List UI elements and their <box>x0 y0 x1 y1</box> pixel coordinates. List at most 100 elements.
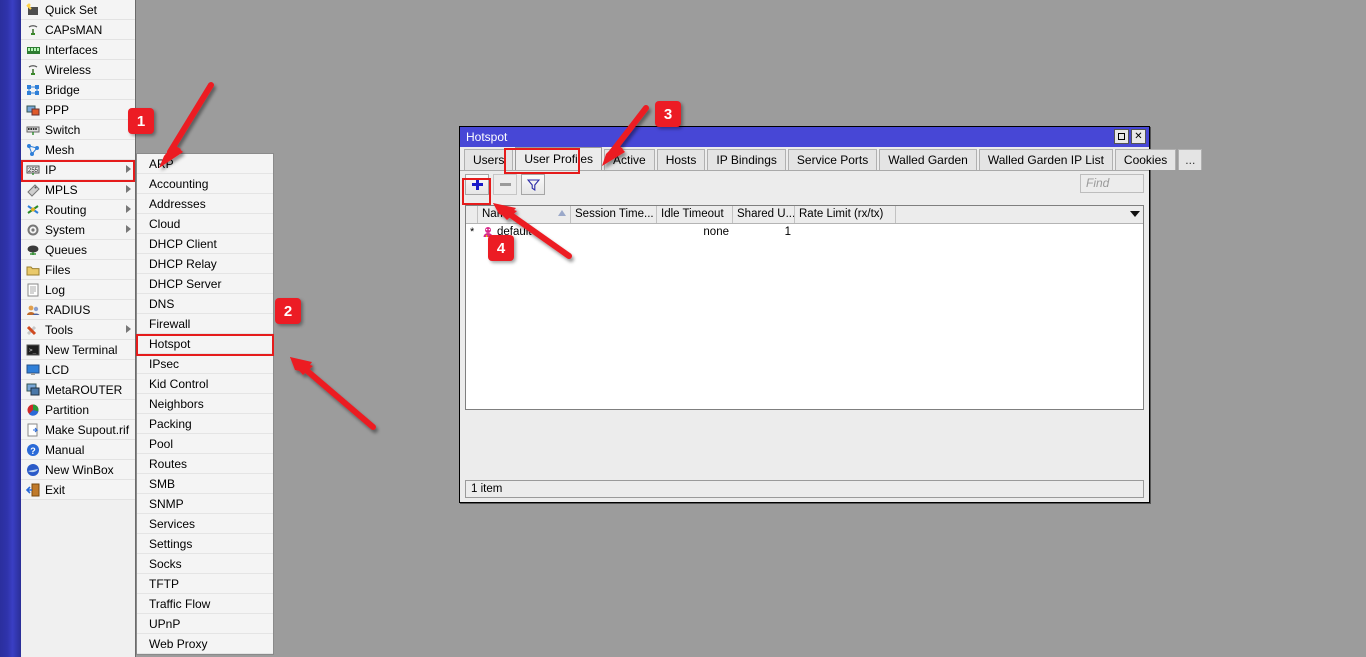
user-profiles-table: Name Session Time... Idle Timeout Shared U.… <box>465 205 1144 410</box>
window-title: Hotspot <box>466 130 508 144</box>
ppp-icon <box>25 103 41 117</box>
tab-users[interactable]: Users <box>464 149 514 170</box>
sidebar-item-interfaces[interactable]: Interfaces <box>21 40 135 60</box>
maximize-button[interactable] <box>1114 129 1129 144</box>
sidebar-item-quick-set[interactable]: Quick Set <box>21 0 135 20</box>
sidebar-item-ppp[interactable]: PPP <box>21 100 135 120</box>
routing-icon <box>25 203 41 217</box>
sidebar-item-files[interactable]: Files <box>21 260 135 280</box>
column-header-label: Shared U... <box>737 208 795 220</box>
submenu-item-packing[interactable]: Packing <box>137 414 273 434</box>
add-button[interactable] <box>465 173 489 195</box>
svg-text:>_: >_ <box>29 347 37 354</box>
sidebar-item-label: Switch <box>45 122 81 137</box>
tab-service-ports[interactable]: Service Ports <box>787 149 878 170</box>
submenu-item-firewall[interactable]: Firewall <box>137 314 273 334</box>
chevron-right-icon <box>126 185 131 193</box>
sidebar-item-label: Routing <box>45 202 87 217</box>
submenu-item-addresses[interactable]: Addresses <box>137 194 273 214</box>
submenu-item-web-proxy[interactable]: Web Proxy <box>137 634 273 654</box>
annotation-badge-3: 3 <box>655 101 681 127</box>
sidebar-item-make-supout-rif[interactable]: Make Supout.rif <box>21 420 135 440</box>
files-icon <box>25 263 41 277</box>
submenu-item-smb[interactable]: SMB <box>137 474 273 494</box>
column-chooser-button[interactable] <box>1127 206 1143 222</box>
tab-[interactable]: ... <box>1178 149 1203 170</box>
tab-ip-bindings[interactable]: IP Bindings <box>707 149 786 170</box>
sidebar-item-lcd[interactable]: LCD <box>21 360 135 380</box>
sidebar-item-new-winbox[interactable]: New WinBox <box>21 460 135 480</box>
column-header-rate-limit-rx-tx[interactable]: Rate Limit (rx/tx) <box>795 206 896 223</box>
column-header-idle-timeout[interactable]: Idle Timeout <box>657 206 733 223</box>
sidebar-item-log[interactable]: Log <box>21 280 135 300</box>
sidebar-item-bridge[interactable]: Bridge <box>21 80 135 100</box>
sidebar-item-routing[interactable]: Routing <box>21 200 135 220</box>
sidebar-item-exit[interactable]: Exit <box>21 480 135 500</box>
submenu-item-dhcp-client[interactable]: DHCP Client <box>137 234 273 254</box>
tab-user-profiles[interactable]: User Profiles <box>515 147 603 170</box>
close-button[interactable]: ✕ <box>1131 129 1146 144</box>
submenu-item-hotspot[interactable]: Hotspot <box>137 334 273 354</box>
wireless-icon <box>25 63 41 77</box>
tab-walled-garden[interactable]: Walled Garden <box>879 149 977 170</box>
submenu-item-cloud[interactable]: Cloud <box>137 214 273 234</box>
sidebar-item-label: Interfaces <box>45 42 98 57</box>
sidebar-item-mpls[interactable]: MPLS <box>21 180 135 200</box>
sidebar-item-ip[interactable]: 255 IP <box>21 160 135 180</box>
submenu-item-traffic-flow[interactable]: Traffic Flow <box>137 594 273 614</box>
submenu-item-dns[interactable]: DNS <box>137 294 273 314</box>
submenu-item-dhcp-relay[interactable]: DHCP Relay <box>137 254 273 274</box>
search-input[interactable]: Find <box>1080 174 1144 193</box>
tab-walled-garden-ip-list[interactable]: Walled Garden IP List <box>978 149 1113 170</box>
column-header-label: Rate Limit (rx/tx) <box>799 208 884 220</box>
submenu-item-services[interactable]: Services <box>137 514 273 534</box>
submenu-item-kid-control[interactable]: Kid Control <box>137 374 273 394</box>
tab-active[interactable]: Active <box>604 149 655 170</box>
sidebar-item-new-terminal[interactable]: >_ New Terminal <box>21 340 135 360</box>
sidebar-item-label: CAPsMAN <box>45 22 103 37</box>
close-icon: ✕ <box>1134 130 1143 142</box>
submenu-item-snmp[interactable]: SNMP <box>137 494 273 514</box>
tab-hosts[interactable]: Hosts <box>656 149 706 170</box>
sidebar-item-metarouter[interactable]: MetaROUTER <box>21 380 135 400</box>
arrow-2 <box>290 357 376 430</box>
sidebar-item-queues[interactable]: Queues <box>21 240 135 260</box>
sidebar-item-manual[interactable]: ? Manual <box>21 440 135 460</box>
table-row[interactable]: * default none 1 <box>466 224 1143 240</box>
submenu-item-socks[interactable]: Socks <box>137 554 273 574</box>
sidebar-item-partition[interactable]: Partition <box>21 400 135 420</box>
submenu-item-settings[interactable]: Settings <box>137 534 273 554</box>
window-titlebar[interactable]: Hotspot ✕ <box>460 127 1149 147</box>
hotspot-window: Hotspot ✕ Users User Profiles Active Hosts I… <box>459 126 1203 503</box>
manual-icon: ? <box>25 443 41 457</box>
submenu-item-neighbors[interactable]: Neighbors <box>137 394 273 414</box>
sidebar-item-switch[interactable]: Switch <box>21 120 135 140</box>
submenu-item-routes[interactable]: Routes <box>137 454 273 474</box>
ip-icon: 255 <box>25 163 41 177</box>
submenu-item-accounting[interactable]: Accounting <box>137 174 273 194</box>
filter-button[interactable] <box>521 173 545 195</box>
submenu-item-dhcp-server[interactable]: DHCP Server <box>137 274 273 294</box>
remove-button[interactable] <box>493 173 517 195</box>
sidebar-item-wireless[interactable]: Wireless <box>21 60 135 80</box>
submenu-item-tftp[interactable]: TFTP <box>137 574 273 594</box>
column-header-blank[interactable] <box>896 206 1143 223</box>
sidebar-item-mesh[interactable]: Mesh <box>21 140 135 160</box>
sidebar-item-system[interactable]: System <box>21 220 135 240</box>
sidebar-item-radius[interactable]: RADIUS <box>21 300 135 320</box>
column-header-session-time[interactable]: Session Time... <box>571 206 657 223</box>
submenu-item-arp[interactable]: ARP <box>137 154 273 174</box>
cell-shared_users: 1 <box>784 225 791 238</box>
tab-cookies[interactable]: Cookies <box>1114 149 1177 170</box>
table-header-flag-gutter <box>466 206 478 223</box>
sidebar-item-label: Quick Set <box>45 2 98 17</box>
sidebar-item-capsman[interactable]: CAPsMAN <box>21 20 135 40</box>
column-header-name[interactable]: Name <box>478 206 571 223</box>
column-header-shared-u[interactable]: Shared U... <box>733 206 795 223</box>
submenu-item-pool[interactable]: Pool <box>137 434 273 454</box>
filter-icon <box>526 178 540 191</box>
submenu-item-ipsec[interactable]: IPsec <box>137 354 273 374</box>
submenu-item-upnp[interactable]: UPnP <box>137 614 273 634</box>
log-icon <box>25 283 41 297</box>
sidebar-item-tools[interactable]: Tools <box>21 320 135 340</box>
